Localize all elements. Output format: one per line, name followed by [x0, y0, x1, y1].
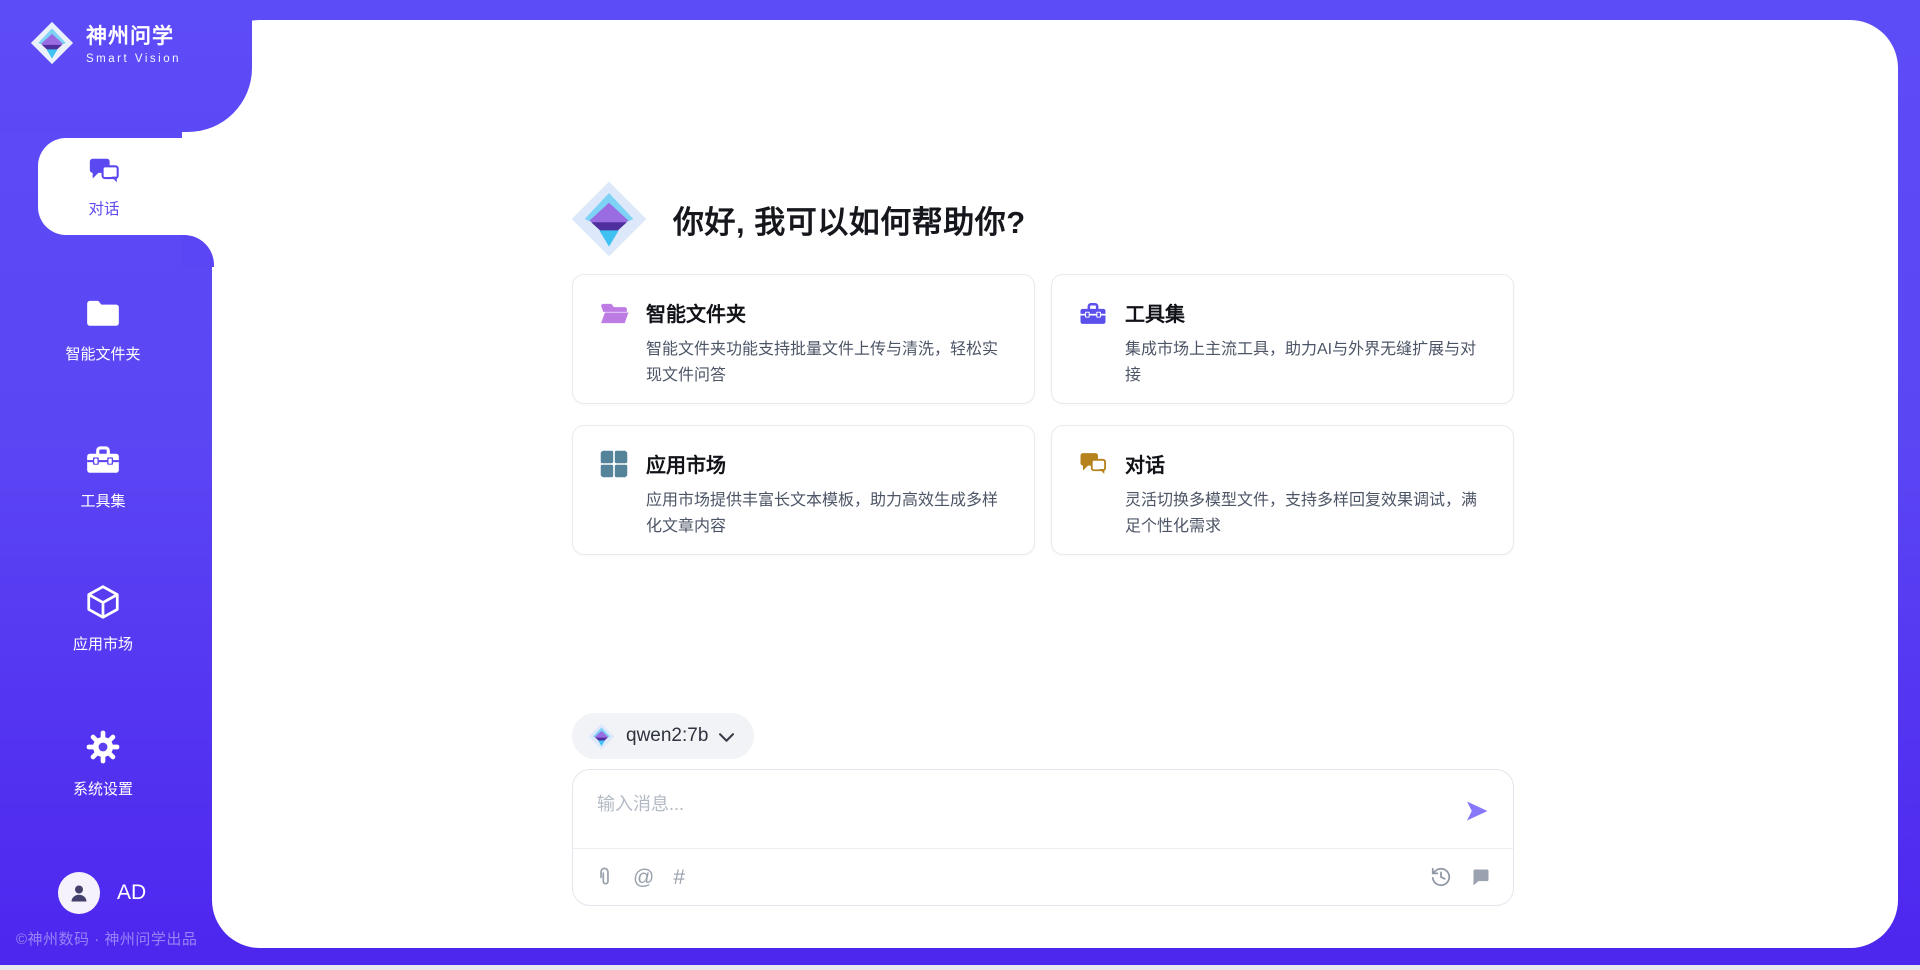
feature-card-chat[interactable]: 对话 灵活切换多模型文件，支持多样回复效果调试，满足个性化需求 — [1051, 425, 1514, 555]
sidebar-footer: ©神州数码 · 神州问学出品 — [16, 928, 197, 949]
card-title: 应用市场 — [646, 449, 1010, 478]
card-desc: 灵活切换多模型文件，支持多样回复效果调试，满足个性化需求 — [1125, 488, 1489, 540]
hash-icon: # — [673, 867, 685, 888]
mention-button[interactable]: @ — [633, 867, 654, 888]
sidebar-logo-block: 神州问学 Smart Vision — [0, 0, 252, 132]
sidebar-item-smart-folder[interactable]: 智能文件夹 — [0, 293, 206, 364]
composer: @ # — [572, 769, 1514, 906]
gem-logo-icon — [570, 178, 648, 260]
gear-icon — [84, 728, 122, 766]
card-title: 智能文件夹 — [646, 298, 1010, 327]
brand-subtitle: Smart Vision — [86, 53, 181, 65]
sidebar-item-app-market[interactable]: 应用市场 — [0, 583, 206, 654]
user-account[interactable]: AD — [58, 872, 146, 914]
card-desc: 智能文件夹功能支持批量文件上传与清洗，轻松实现文件问答 — [646, 337, 1010, 389]
gem-logo-icon — [588, 723, 615, 750]
send-button[interactable] — [1463, 798, 1491, 826]
toolbar-left: @ # — [595, 865, 685, 889]
card-text: 应用市场 应用市场提供丰富长文本模板，助力高效生成多样化文章内容 — [646, 447, 1010, 554]
window-bottom-edge — [0, 965, 1920, 970]
composer-divider — [573, 848, 1513, 849]
chat-bubbles-icon — [86, 154, 122, 188]
model-selector[interactable]: qwen2:7b — [572, 713, 754, 759]
greeting-hero: 你好, 我可以如何帮助你? — [570, 178, 1026, 260]
greeting-heading: 你好, 我可以如何帮助你? — [673, 197, 1026, 242]
card-text: 智能文件夹 智能文件夹功能支持批量文件上传与清洗，轻松实现文件问答 — [646, 296, 1010, 403]
open-folder-icon — [599, 298, 629, 328]
card-text: 对话 灵活切换多模型文件，支持多样回复效果调试，满足个性化需求 — [1125, 447, 1489, 554]
send-icon — [1464, 798, 1490, 824]
topic-button[interactable]: # — [673, 867, 685, 888]
composer-toolbar: @ # — [595, 862, 1491, 892]
sidebar-item-settings[interactable]: 系统设置 — [0, 728, 206, 799]
card-desc: 集成市场上主流工具，助力AI与外界无缝扩展与对接 — [1125, 337, 1489, 389]
tile-grid-icon — [599, 449, 629, 479]
user-initials: AD — [117, 881, 146, 905]
sidebar-item-toolset[interactable]: 工具集 — [0, 440, 206, 511]
gem-logo-icon — [30, 21, 74, 65]
at-sign-icon: @ — [633, 867, 654, 888]
card-title: 对话 — [1125, 449, 1489, 478]
toolbox-icon — [84, 440, 122, 478]
history-button[interactable] — [1430, 866, 1452, 888]
history-icon — [1430, 866, 1452, 888]
feature-card-app-market[interactable]: 应用市场 应用市场提供丰富长文本模板，助力高效生成多样化文章内容 — [572, 425, 1035, 555]
conversation-button[interactable] — [1471, 867, 1491, 887]
main-panel: 你好, 我可以如何帮助你? 智能文件夹 智能文件夹功能支持批量文件上传与清洗，轻… — [212, 20, 1898, 948]
feature-card-toolset[interactable]: 工具集 集成市场上主流工具，助力AI与外界无缝扩展与对接 — [1051, 274, 1514, 404]
message-input[interactable] — [597, 790, 1447, 842]
brand: 神州问学 Smart Vision — [30, 20, 181, 65]
avatar — [58, 872, 100, 914]
card-text: 工具集 集成市场上主流工具，助力AI与外界无缝扩展与对接 — [1125, 296, 1489, 403]
sidebar-item-label: 对话 — [88, 197, 119, 219]
folder-icon — [84, 293, 122, 331]
sidebar-item-label: 系统设置 — [73, 778, 133, 799]
sidebar-item-chat[interactable]: 对话 — [38, 138, 214, 235]
attach-button[interactable] — [595, 865, 614, 889]
paperclip-icon — [595, 865, 614, 889]
app-root: { "brand": { "name": "神州问学", "subtitle":… — [0, 0, 1920, 970]
feature-cards: 智能文件夹 智能文件夹功能支持批量文件上传与清洗，轻松实现文件问答 工具集 集成… — [572, 274, 1514, 555]
chat-bubbles-icon — [1078, 449, 1108, 479]
comment-icon — [1471, 867, 1491, 887]
sidebar-item-label: 工具集 — [80, 490, 125, 511]
card-desc: 应用市场提供丰富长文本模板，助力高效生成多样化文章内容 — [646, 488, 1010, 540]
toolbar-right — [1430, 866, 1491, 888]
chevron-down-icon — [719, 733, 734, 742]
card-title: 工具集 — [1125, 298, 1489, 327]
brand-text: 神州问学 Smart Vision — [86, 20, 181, 65]
cube-icon — [84, 583, 122, 621]
model-name: qwen2:7b — [626, 725, 708, 747]
person-icon — [67, 881, 91, 905]
sidebar-item-label: 智能文件夹 — [65, 343, 140, 364]
sidebar-item-label: 应用市场 — [73, 633, 133, 654]
briefcase-icon — [1078, 298, 1108, 328]
feature-card-smart-folder[interactable]: 智能文件夹 智能文件夹功能支持批量文件上传与清洗，轻松实现文件问答 — [572, 274, 1035, 404]
brand-name: 神州问学 — [86, 20, 181, 50]
